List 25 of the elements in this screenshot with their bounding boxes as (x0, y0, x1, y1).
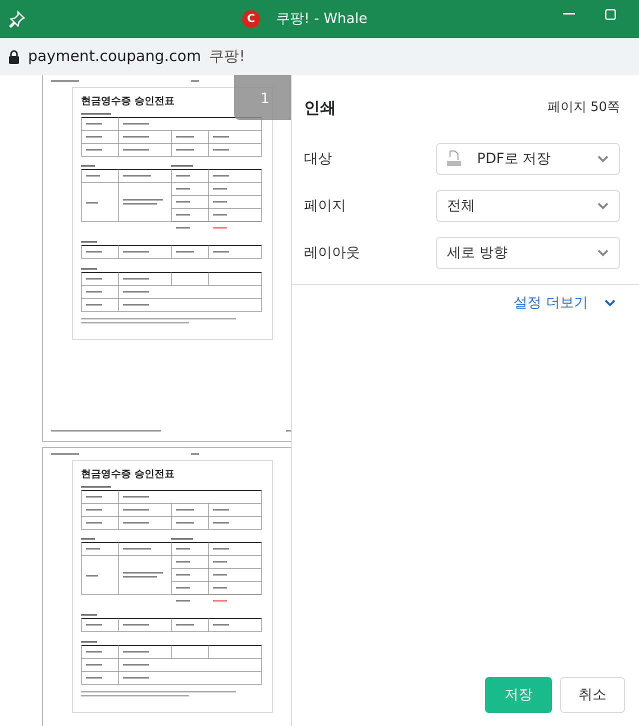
cancel-button[interactable]: 취소 (560, 677, 625, 713)
app-logo: C (242, 10, 260, 28)
chevron-down-icon (597, 202, 609, 210)
document-title: 현금영수증 승인전표 (81, 96, 174, 107)
url-text[interactable]: payment.coupang.com (28, 45, 202, 68)
page-title: 쿠팡! (209, 46, 246, 68)
more-settings-link[interactable]: 설정 더보기 (510, 289, 620, 318)
file-icon (447, 150, 461, 168)
page-count: 페이지 50쪽 (547, 99, 620, 118)
setting-label: 대상 (304, 150, 333, 168)
chevron-down-icon (597, 154, 609, 163)
window-title: 쿠팡! - Whale (276, 10, 368, 28)
document-title: 현금영수증 승인전표 (81, 469, 174, 480)
minimize-icon[interactable] (563, 13, 575, 15)
setting-dropdown[interactable]: PDF로 저장 (436, 143, 620, 175)
setting-dropdown[interactable]: 세로 방향 (436, 237, 620, 269)
setting-label: 페이지 (304, 196, 347, 216)
setting-label: 레이아웃 (304, 244, 361, 262)
maximize-icon[interactable] (605, 9, 616, 20)
pin-icon[interactable] (8, 10, 26, 28)
panel-title: 인쇄 (304, 97, 336, 119)
lock-icon (8, 50, 20, 64)
chevron-down-icon (597, 248, 609, 257)
setting-dropdown[interactable]: 전체 (436, 190, 620, 222)
page-number-badge: 1 (234, 75, 291, 120)
